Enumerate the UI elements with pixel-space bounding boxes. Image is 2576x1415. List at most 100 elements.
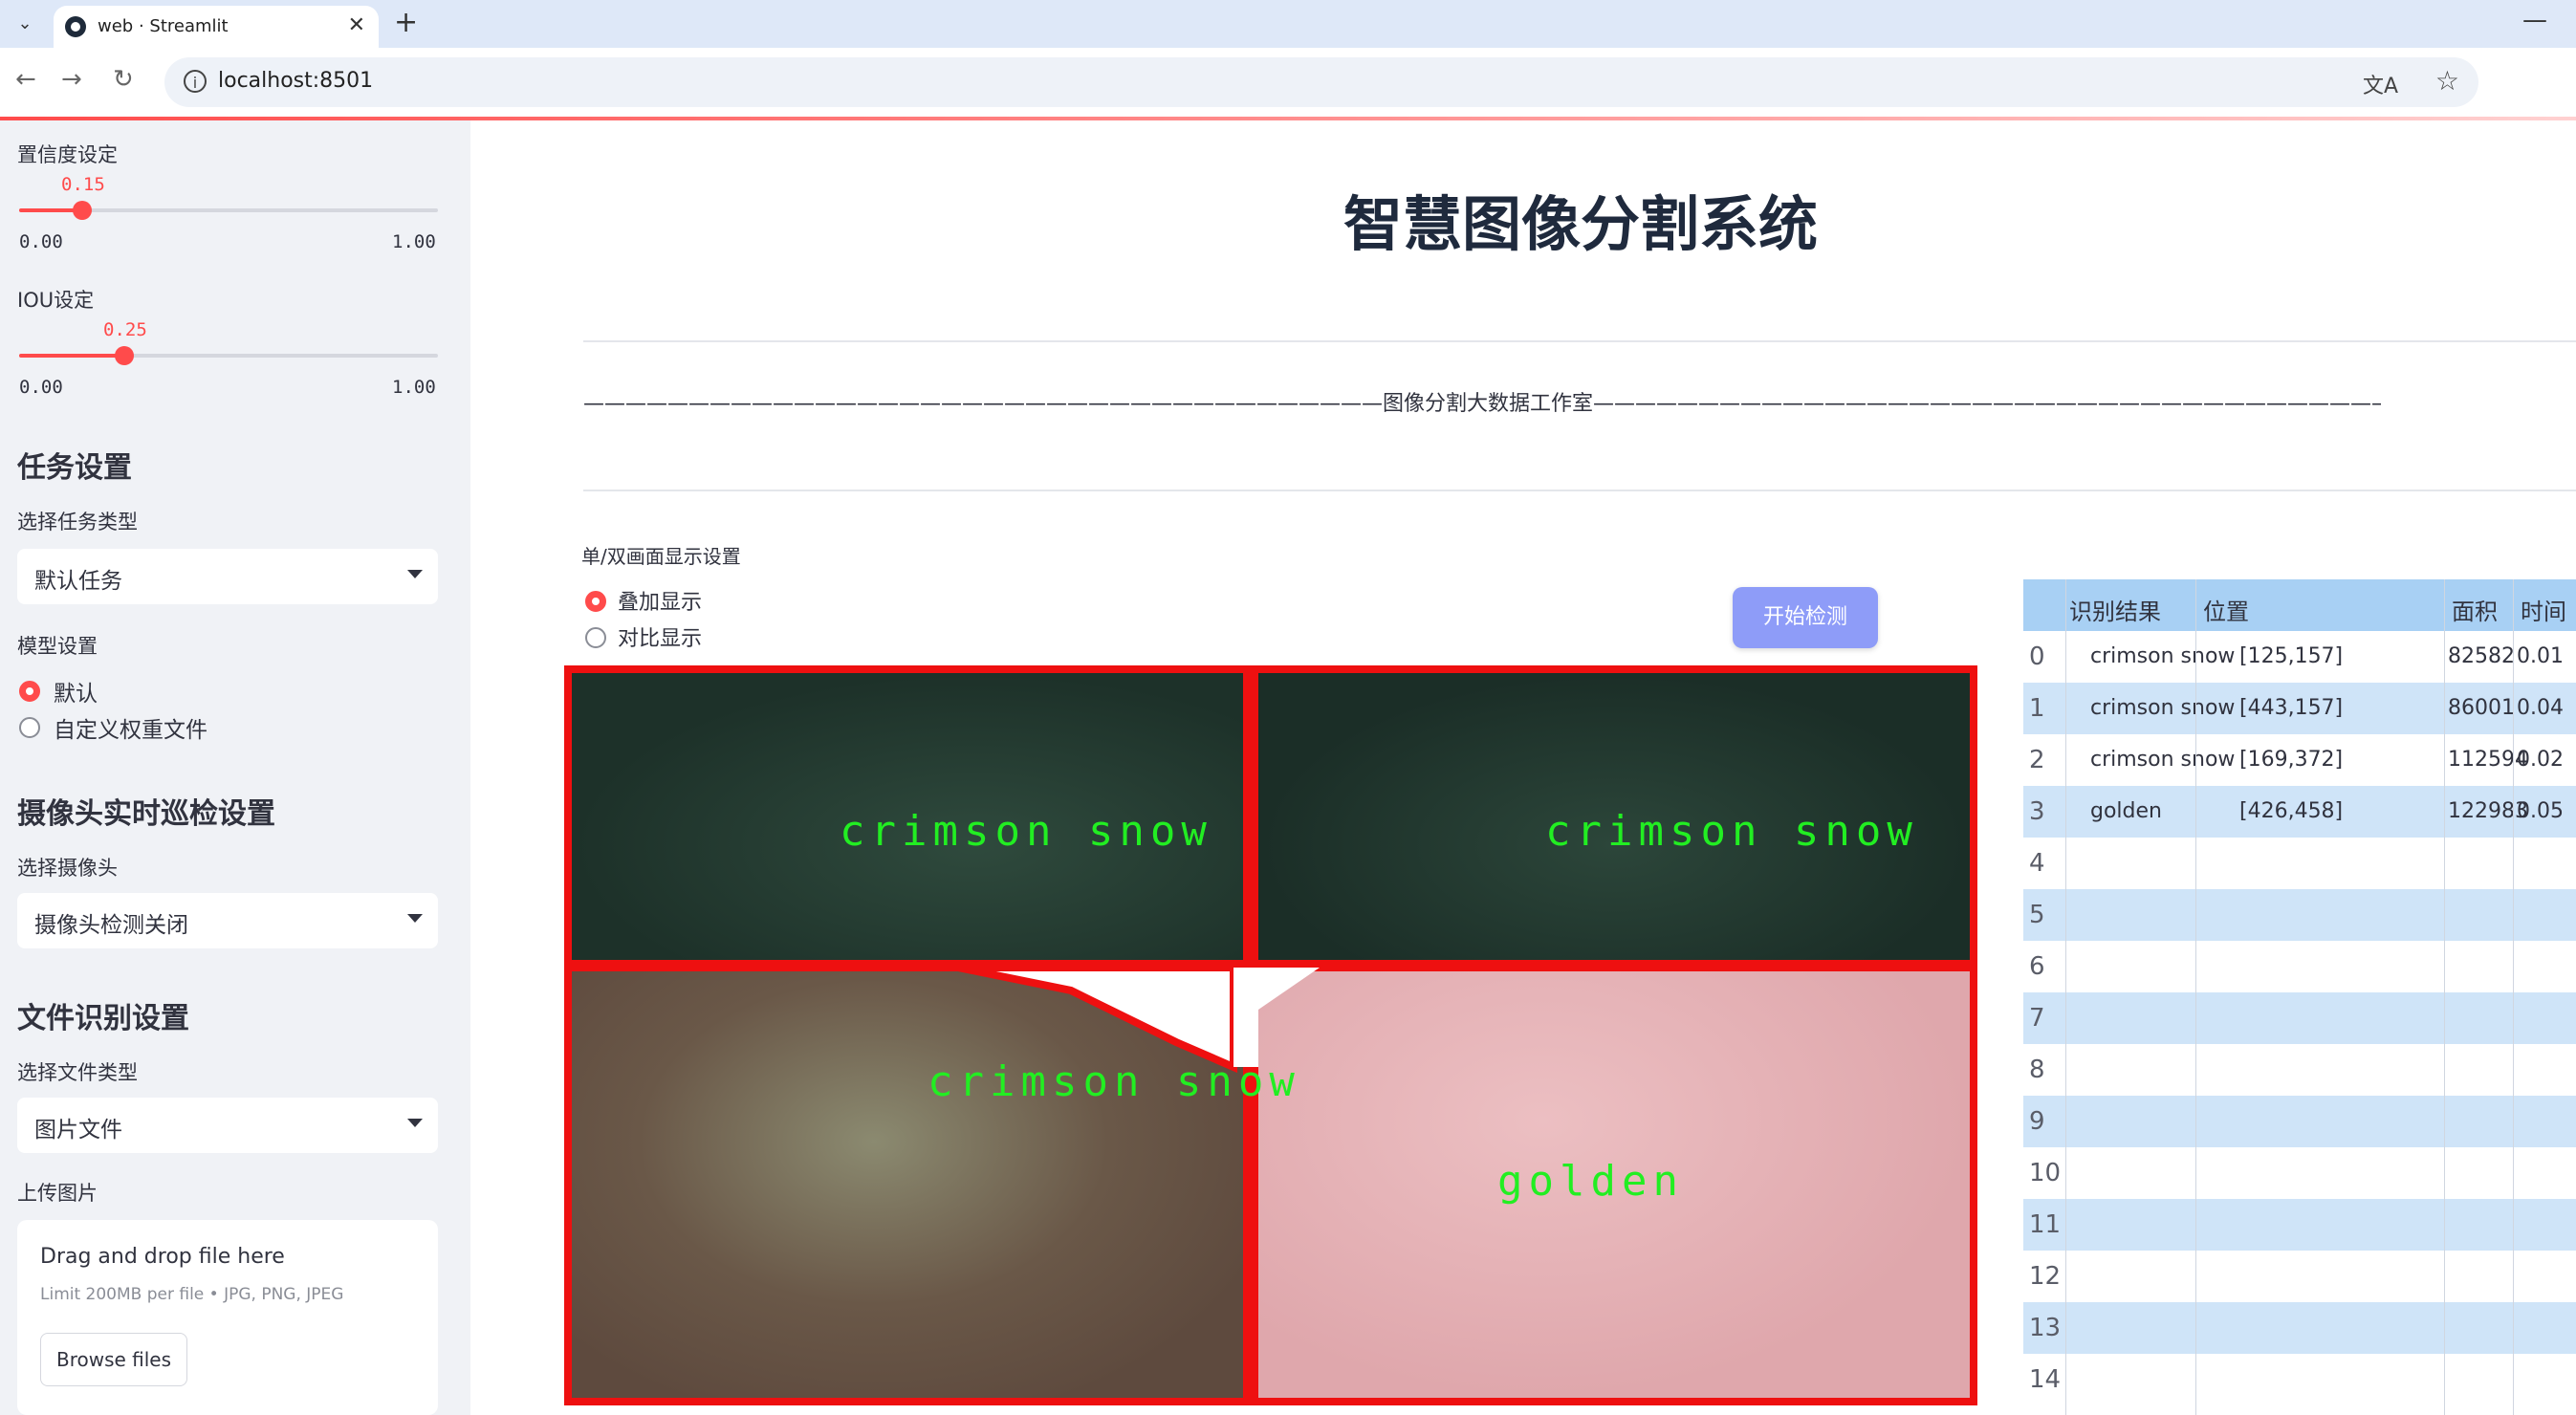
table-row[interactable]: 6 xyxy=(2023,941,2576,992)
detection-label: golden xyxy=(1497,1157,1684,1206)
table-row[interactable]: 13 xyxy=(2023,1302,2576,1354)
table-row[interactable]: 4 xyxy=(2023,838,2576,889)
header-area[interactable]: 面积 xyxy=(2452,593,2498,626)
iou-slider-fill xyxy=(19,354,124,358)
cell-area: 86001 xyxy=(2448,696,2515,720)
browser-tab[interactable]: web · Streamlit ✕ xyxy=(54,6,379,48)
row-index: 14 xyxy=(2029,1365,2062,1394)
row-index: 5 xyxy=(2029,901,2045,929)
model-radio-default[interactable] xyxy=(19,681,40,702)
header-time[interactable]: 时间 xyxy=(2521,593,2566,626)
cell-result: crimson snow xyxy=(2090,644,2236,668)
confidence-max: 1.00 xyxy=(392,231,436,252)
model-radio-custom[interactable] xyxy=(19,717,40,738)
column-divider xyxy=(2444,579,2445,1415)
iou-label: IOU设定 xyxy=(17,289,95,312)
table-row[interactable]: 8 xyxy=(2023,1044,2576,1096)
translate-icon[interactable]: 文A xyxy=(2363,69,2398,99)
iou-min: 0.00 xyxy=(19,377,63,398)
row-index: 6 xyxy=(2029,952,2045,981)
display-radio-overlay[interactable] xyxy=(585,591,606,612)
back-arrow-icon[interactable]: ← xyxy=(15,65,36,94)
chevron-down-icon xyxy=(407,570,423,578)
cell-time: 0.01 xyxy=(2517,644,2564,668)
cell-position: [169,372] xyxy=(2239,748,2344,772)
minimize-window-icon[interactable]: — xyxy=(2522,6,2547,34)
table-row[interactable]: 9 xyxy=(2023,1096,2576,1147)
table-row[interactable]: 10 xyxy=(2023,1147,2576,1199)
iou-value: 0.25 xyxy=(103,319,147,340)
display-option-compare[interactable]: 对比显示 xyxy=(618,621,702,652)
camera-label: 选择摄像头 xyxy=(17,857,118,880)
start-detection-button[interactable]: 开始检测 xyxy=(1733,587,1878,648)
row-index: 13 xyxy=(2029,1314,2062,1342)
file-dropzone[interactable]: Drag and drop file here Limit 200MB per … xyxy=(17,1220,438,1415)
display-option-overlay[interactable]: 叠加显示 xyxy=(618,585,702,616)
row-index: 2 xyxy=(2029,746,2045,774)
iou-slider-thumb[interactable] xyxy=(115,346,134,365)
detection-label: crimson snow xyxy=(1545,807,1918,856)
confidence-min: 0.00 xyxy=(19,231,63,252)
confidence-value: 0.15 xyxy=(61,174,105,195)
browser-toolbar: ← → ↻ i localhost:8501 文A ☆ xyxy=(0,48,2576,119)
new-tab-icon[interactable]: + xyxy=(394,6,418,39)
browse-files-button[interactable]: Browse files xyxy=(40,1333,187,1386)
header-result[interactable]: 识别结果 xyxy=(2069,593,2161,626)
reload-icon[interactable]: ↻ xyxy=(113,65,134,94)
table-row[interactable]: 14 xyxy=(2023,1354,2576,1405)
site-info-icon[interactable]: i xyxy=(184,70,207,93)
file-type-select[interactable]: 图片文件 xyxy=(17,1098,438,1153)
table-row[interactable]: 1 crimson snow [443,157] 86001 0.04 xyxy=(2023,683,2576,734)
camera-select[interactable]: 摄像头检测关闭 xyxy=(17,893,438,948)
bookmark-star-icon[interactable]: ☆ xyxy=(2435,65,2459,97)
table-row[interactable]: 11 xyxy=(2023,1199,2576,1251)
tab-search-chevron-icon[interactable]: ⌄ xyxy=(8,6,42,40)
iou-slider[interactable] xyxy=(19,346,438,365)
task-heading: 任务设置 xyxy=(17,451,132,485)
model-option-custom[interactable]: 自定义权重文件 xyxy=(54,711,207,744)
row-index: 1 xyxy=(2029,694,2045,723)
header-position[interactable]: 位置 xyxy=(2203,593,2249,626)
iou-max: 1.00 xyxy=(392,377,436,398)
close-tab-icon[interactable]: ✕ xyxy=(348,13,365,37)
display-mode-label: 单/双画面显示设置 xyxy=(581,545,741,568)
task-type-select[interactable]: 默认任务 xyxy=(17,549,438,604)
confidence-slider-thumb[interactable] xyxy=(73,201,92,220)
display-radio-compare[interactable] xyxy=(585,627,606,648)
tab-title: web · Streamlit xyxy=(98,16,229,36)
browser-tab-bar: ⌄ web · Streamlit ✕ + — xyxy=(0,0,2576,48)
address-bar[interactable]: i localhost:8501 文A ☆ xyxy=(164,57,2478,107)
confidence-label: 置信度设定 xyxy=(17,143,118,166)
file-type-label: 选择文件类型 xyxy=(17,1061,138,1084)
dropzone-title: Drag and drop file here xyxy=(40,1245,285,1269)
row-index: 12 xyxy=(2029,1262,2062,1291)
results-table[interactable]: 识别结果 位置 面积 时间 0 crimson snow [125,157] 8258… xyxy=(2023,579,2576,1415)
file-heading: 文件识别设置 xyxy=(17,1002,189,1035)
row-index: 3 xyxy=(2029,797,2045,826)
model-option-default[interactable]: 默认 xyxy=(54,675,98,708)
table-row[interactable]: 5 xyxy=(2023,889,2576,941)
cell-position: [426,458] xyxy=(2239,799,2344,823)
forward-arrow-icon[interactable]: → xyxy=(61,65,82,94)
table-row[interactable]: 3 golden [426,458] 122983 0.05 xyxy=(2023,786,2576,838)
segmentation-result-image: crimson snow crimson snow crimson snow g… xyxy=(564,665,1977,1405)
table-row[interactable]: 12 xyxy=(2023,1251,2576,1302)
column-divider xyxy=(2513,579,2514,1415)
table-row[interactable]: 7 xyxy=(2023,992,2576,1044)
table-row[interactable]: 2 crimson snow [169,372] 112594 0.02 xyxy=(2023,734,2576,786)
url-text[interactable]: localhost:8501 xyxy=(218,69,373,93)
chevron-down-icon xyxy=(407,1119,423,1127)
task-type-value: 默认任务 xyxy=(34,569,122,594)
camera-value: 摄像头检测关闭 xyxy=(34,913,188,938)
divider-bottom xyxy=(583,490,2576,491)
detection-label: crimson snow xyxy=(840,807,1212,856)
confidence-slider[interactable] xyxy=(19,201,438,220)
table-row[interactable]: 0 crimson snow [125,157] 82582 0.01 xyxy=(2023,631,2576,683)
upload-label: 上传图片 xyxy=(17,1182,98,1205)
row-index: 0 xyxy=(2029,642,2045,671)
column-divider xyxy=(2195,579,2196,1415)
cell-time: 0.04 xyxy=(2517,696,2564,720)
row-index: 10 xyxy=(2029,1159,2062,1187)
chevron-down-icon xyxy=(407,914,423,923)
cell-result: golden xyxy=(2090,799,2162,823)
